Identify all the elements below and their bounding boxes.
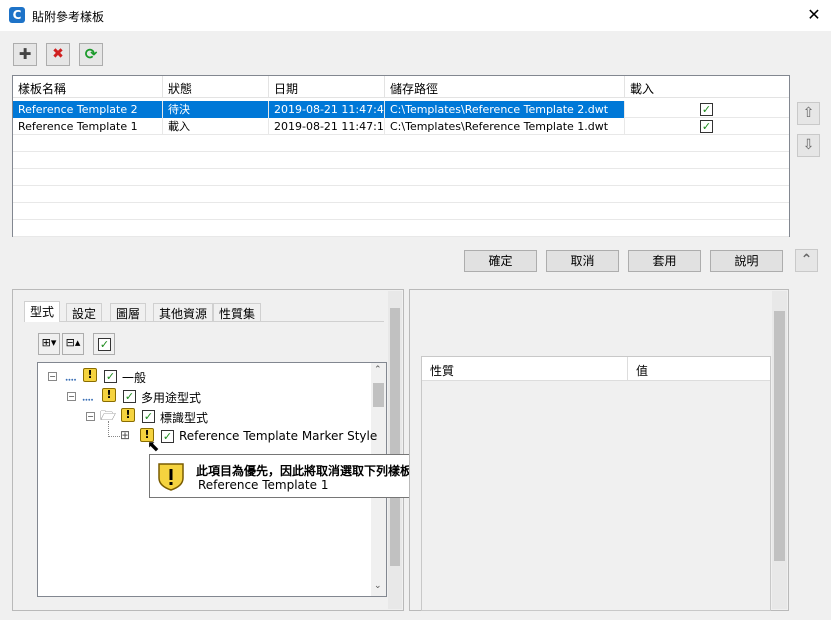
tab-other-resources[interactable]: 其他資源 [153,303,214,321]
column-header-property[interactable]: 性質 [422,357,628,381]
column-header-name[interactable]: 樣板名稱 [13,76,163,98]
delete-template-button[interactable]: ✖ [46,43,70,66]
properties-grid[interactable] [421,356,771,611]
move-down-button[interactable]: ⇩ [797,134,820,157]
warning-icon: ! [102,388,116,402]
column-header-loaded[interactable]: 載入 [625,76,789,98]
loaded-checkbox[interactable]: ✓ [700,103,713,116]
add-template-button[interactable]: ✚ [13,43,37,66]
node-checkbox[interactable]: ✓ [161,430,174,443]
collapse-node-icon[interactable]: − [67,392,76,401]
check-all-button[interactable]: ✓ [93,333,115,355]
empty-row [13,186,789,203]
mouse-cursor-icon: ⬉ [147,437,160,455]
ok-button[interactable]: 確定 [464,250,537,272]
collapse-panel-button[interactable]: ⌃ [795,249,818,272]
window-title: 貼附參考樣板 [32,10,105,24]
marker-style-icon: ⊞ [120,428,131,442]
scrollbar-thumb[interactable] [774,311,785,561]
column-header-status[interactable]: 狀態 [163,76,269,98]
collapse-node-icon[interactable]: − [86,412,95,421]
tab-property-sets[interactable]: 性質集 [213,303,262,321]
cell-name: Reference Template 1 [13,118,163,135]
node-checkbox[interactable]: ✓ [123,390,136,403]
column-header-path[interactable]: 儲存路徑 [385,76,625,98]
expand-all-icon[interactable]: ⊞▾ [38,333,60,355]
tree-node-label[interactable]: Reference Template Marker Style [179,429,377,443]
table-row[interactable]: Reference Template 1 載入 2019-08-21 11:47… [13,118,789,135]
tab-settings[interactable]: 設定 [66,303,103,321]
loaded-checkbox[interactable]: ✓ [700,120,713,133]
help-button[interactable]: 說明 [710,250,783,272]
warning-shield-icon [156,461,186,491]
tree-connector [108,436,120,437]
tree-node-label[interactable]: 標識型式 [160,409,208,426]
tooltip-template-name: Reference Template 1 [198,478,329,492]
cancel-button[interactable]: 取消 [546,250,619,272]
tab-layers[interactable]: 圖層 [110,303,147,321]
move-up-button[interactable]: ⇧ [797,102,820,125]
cell-date: 2019-08-21 11:47:17 [269,118,385,135]
cell-date: 2019-08-21 11:47:47 [269,101,385,118]
empty-row [13,135,789,152]
properties-scrollbar[interactable] [772,291,787,609]
empty-row [13,152,789,169]
tab-styles[interactable]: 型式 [24,301,61,322]
scroll-up-icon[interactable]: ⌃ [374,365,382,375]
collapse-all-icon[interactable]: ⊟▴ [62,333,84,355]
empty-row [13,169,789,186]
tree-connector [108,421,109,437]
title-bar [0,0,831,31]
apply-button[interactable]: 套用 [628,250,701,272]
column-header-value[interactable]: 值 [628,357,770,381]
collapse-node-icon[interactable]: − [48,372,57,381]
column-header-date[interactable]: 日期 [269,76,385,98]
panel-scrollbar[interactable] [388,291,402,609]
cell-name: Reference Template 2 [13,101,163,118]
cell-path: C:\Templates\Reference Template 1.dwt [385,118,625,135]
cell-status: 待決 [163,101,269,118]
app-logo-icon: C [9,7,25,23]
scroll-down-icon[interactable]: ⌄ [374,581,382,591]
cell-path: C:\Templates\Reference Template 2.dwt [385,101,625,118]
warning-icon: ! [83,368,97,382]
scrollbar-thumb[interactable] [373,383,384,407]
node-checkbox[interactable]: ✓ [104,370,117,383]
style-group-icon: ᠁ [63,374,76,387]
node-checkbox[interactable]: ✓ [142,410,155,423]
check-icon: ✓ [98,338,111,351]
template-table[interactable]: 樣板名稱 狀態 日期 儲存路徑 載入 Reference Template 2 … [12,75,790,237]
close-icon[interactable]: ✕ [804,5,824,24]
tree-node-label[interactable]: 多用途型式 [141,389,201,406]
style-group-icon: ᠁ [80,394,93,407]
empty-row [13,203,789,220]
refresh-button[interactable]: ⟳ [79,43,103,66]
cell-status: 載入 [163,118,269,135]
tree-node-label[interactable]: 一般 [122,369,146,386]
table-row[interactable]: Reference Template 2 待決 2019-08-21 11:47… [13,101,789,118]
scrollbar-thumb[interactable] [390,308,400,566]
warning-icon: ! [121,408,135,422]
empty-row [13,220,789,237]
